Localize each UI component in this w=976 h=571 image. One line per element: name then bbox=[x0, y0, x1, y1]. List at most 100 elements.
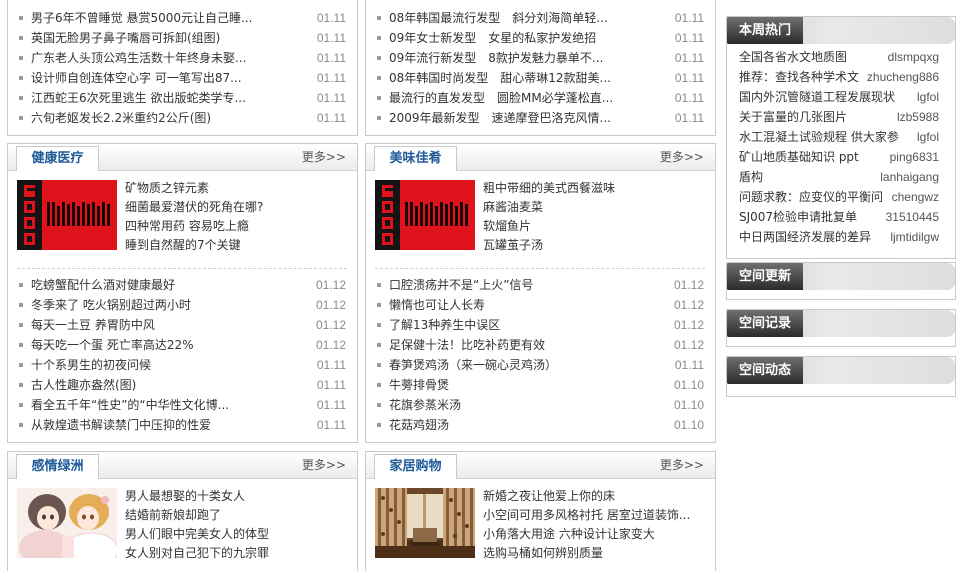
hot-item-user[interactable]: 31510445 bbox=[886, 207, 939, 227]
hot-item-user[interactable]: lanhaigang bbox=[880, 167, 939, 187]
article-link[interactable]: 牛蒡排骨煲 bbox=[389, 375, 449, 395]
feature-link[interactable]: 男人们眼中完美女人的体型 bbox=[125, 525, 269, 544]
more-link[interactable]: 更多>> bbox=[660, 452, 704, 479]
article-link[interactable]: 每天一土豆 养胃防中风 bbox=[31, 315, 155, 335]
article-date: 01.11 bbox=[316, 111, 346, 125]
hot-item-link[interactable]: 盾构 bbox=[739, 167, 763, 187]
hot-item-link[interactable]: SJ007检验申请批复单 bbox=[739, 207, 857, 227]
thumbnail-image[interactable] bbox=[17, 488, 117, 558]
article-link[interactable]: 冬季来了 吃火锅别超过两小时 bbox=[31, 295, 191, 315]
hot-item-link[interactable]: 关于富量的几张图片 bbox=[739, 107, 847, 127]
bullet-icon bbox=[377, 96, 381, 100]
more-link[interactable]: 更多>> bbox=[660, 144, 704, 171]
article-link[interactable]: 十个系男生的初夜问候 bbox=[31, 355, 151, 375]
hot-item-user[interactable]: dlsmpqxg bbox=[888, 47, 939, 67]
thumbnail-image[interactable] bbox=[375, 488, 475, 558]
article-link[interactable]: 每天吃一个蛋 死亡率高达22% bbox=[31, 335, 194, 355]
article-link[interactable]: 六旬老妪发长2.2米重约2公斤(图) bbox=[31, 108, 211, 128]
article-link[interactable]: 09年流行新发型 8款护发魅力暴单不... bbox=[389, 48, 603, 68]
hot-item-user[interactable]: lzb5988 bbox=[897, 107, 939, 127]
section-tab-emotion[interactable]: 感情绿洲 bbox=[16, 454, 99, 479]
article-link[interactable]: 了解13种养生中误区 bbox=[389, 315, 500, 335]
more-link[interactable]: 更多>> bbox=[302, 144, 346, 171]
feature-link[interactable]: 女人别对自己犯下的九宗罪 bbox=[125, 544, 269, 563]
hot-item-user[interactable]: ljmtidilgw bbox=[890, 227, 939, 247]
hot-item-user[interactable]: ping6831 bbox=[890, 147, 939, 167]
feature-link[interactable]: 选购马桶如何辨别质量 bbox=[483, 544, 690, 563]
article-link[interactable]: 08年韩国时尚发型 甜心蒂琳12款甜美... bbox=[389, 68, 611, 88]
thumbnail-image[interactable] bbox=[17, 180, 117, 250]
article-date: 01.11 bbox=[316, 358, 346, 372]
bullet-icon bbox=[377, 303, 381, 307]
feature-link[interactable]: 矿物质之锌元素 bbox=[125, 179, 263, 198]
feature-link[interactable]: 小空间可用多风格衬托 居室过道装饰... bbox=[483, 506, 690, 525]
sidebar-panel-space-activity: 空间动态 bbox=[726, 356, 956, 397]
feature-link[interactable]: 结婚前新娘却跑了 bbox=[125, 506, 269, 525]
article-link[interactable]: 春笋煲鸡汤（来一碗心灵鸡汤） bbox=[389, 355, 557, 375]
more-link[interactable]: 更多>> bbox=[302, 452, 346, 479]
section-health: 健康医疗 更多>> 矿物质之锌元素 细菌最爱潜伏的死角在哪? 四种常用药 容易吃… bbox=[7, 143, 358, 443]
section-tab-food[interactable]: 美味佳肴 bbox=[374, 146, 457, 171]
article-link[interactable]: 最流行的直发发型 圆脸MM必学蓬松直... bbox=[389, 88, 613, 108]
feature-link[interactable]: 小角落大用途 六种设计让家变大 bbox=[483, 525, 690, 544]
feature-link[interactable]: 男人最想娶的十类女人 bbox=[125, 487, 269, 506]
article-link[interactable]: 吃螃蟹配什么酒对健康最好 bbox=[31, 275, 175, 295]
article-link[interactable]: 从敦煌遗书解读禁门中压抑的性爱 bbox=[31, 415, 211, 435]
feature-link[interactable]: 粗中带细的美式西餐滋味 bbox=[483, 179, 615, 198]
feature-link[interactable]: 新婚之夜让他爱上你的床 bbox=[483, 487, 690, 506]
article-link[interactable]: 懒惰也可让人长寿 bbox=[389, 295, 485, 315]
feature-link[interactable]: 麻酱油麦菜 bbox=[483, 198, 615, 217]
list-item: 口腔溃疡并不是“上火”信号 01.12 bbox=[366, 275, 715, 295]
hot-item-user[interactable]: lgfol bbox=[917, 87, 939, 107]
hot-item-user[interactable]: zhucheng886 bbox=[867, 67, 939, 87]
hot-item-link[interactable]: 问题求教：应变仪的平衡问 bbox=[739, 187, 883, 207]
hot-item-link[interactable]: 矿山地质基础知识 ppt bbox=[739, 147, 859, 167]
news-list: 吃螃蟹配什么酒对健康最好 01.12 冬季来了 吃火锅别超过两小时 01.12 每天… bbox=[8, 275, 357, 435]
bullet-icon bbox=[19, 116, 23, 120]
article-date: 01.12 bbox=[315, 298, 346, 312]
hot-item-user[interactable]: lgfol bbox=[917, 127, 939, 147]
bullet-icon bbox=[19, 403, 23, 407]
article-link[interactable]: 看全五千年“性史”的“中华性文化博... bbox=[31, 395, 229, 415]
article-link[interactable]: 设计师自创连体空心字 可一笔写出87... bbox=[31, 68, 242, 88]
hot-item-link[interactable]: 中日两国经济发展的差异 bbox=[739, 227, 871, 247]
list-item: 每天一土豆 养胃防中风 01.12 bbox=[8, 315, 357, 335]
article-link[interactable]: 09年女士新发型 女星的私家护发绝招 bbox=[389, 28, 596, 48]
article-link[interactable]: 男子6年不曾睡觉 悬赏5000元让自己睡... bbox=[31, 8, 252, 28]
sidebar-panel-space-records: 空间记录 bbox=[726, 309, 956, 347]
sidebar-header: 空间更新 bbox=[727, 263, 955, 290]
article-link[interactable]: 古人性趣亦盎然(图) bbox=[31, 375, 136, 395]
feature-link[interactable]: 四种常用药 容易吃上瘾 bbox=[125, 217, 263, 236]
thumbnail-image[interactable] bbox=[375, 180, 475, 250]
hot-item-user[interactable]: chengwz bbox=[892, 187, 939, 207]
list-item: 古人性趣亦盎然(图) 01.11 bbox=[8, 375, 357, 395]
feature-list: 新婚之夜让他爱上你的床 小空间可用多风格衬托 居室过道装饰... 小角落大用途 … bbox=[483, 487, 690, 563]
hot-item-link[interactable]: 水工混凝土试验规程 供大家参 bbox=[739, 127, 899, 147]
section-tab-home[interactable]: 家居购物 bbox=[374, 454, 457, 479]
feature-list: 粗中带细的美式西餐滋味 麻酱油麦菜 软熘鱼片 瓦罐茧子汤 bbox=[483, 179, 615, 255]
article-date: 01.11 bbox=[316, 398, 346, 412]
article-link[interactable]: 08年韩国最流行发型 斜分刘海简单轻... bbox=[389, 8, 608, 28]
hot-item: 关于富量的几张图片 lzb5988 bbox=[727, 107, 955, 127]
section-emotion: 感情绿洲 更多>> 男人最想娶的十类女人 结婚前新娘却跑了 男人们眼中完美女人的… bbox=[7, 451, 358, 571]
feature-list: 男人最想娶的十类女人 结婚前新娘却跑了 男人们眼中完美女人的体型 女人别对自己犯… bbox=[125, 487, 269, 563]
list-item: 看全五千年“性史”的“中华性文化博... 01.11 bbox=[8, 395, 357, 415]
sidebar-title: 空间更新 bbox=[727, 263, 803, 290]
article-link[interactable]: 2009年最新发型 速递摩登巴洛克风情... bbox=[389, 108, 611, 128]
article-link[interactable]: 英国无脸男子鼻子嘴唇可拆卸(组图) bbox=[31, 28, 220, 48]
feature-link[interactable]: 瓦罐茧子汤 bbox=[483, 236, 615, 255]
article-link[interactable]: 口腔溃疡并不是“上火”信号 bbox=[389, 275, 533, 295]
article-link[interactable]: 花旗参蒸米汤 bbox=[389, 395, 461, 415]
hot-item-link[interactable]: 全国各省水文地质图 bbox=[739, 47, 847, 67]
hot-item-link[interactable]: 推荐：查找各种学术文 bbox=[739, 67, 859, 87]
article-date: 01.12 bbox=[315, 278, 346, 292]
article-link[interactable]: 花菇鸡翅汤 bbox=[389, 415, 449, 435]
feature-link[interactable]: 睡到自然醒的7个关键 bbox=[125, 236, 263, 255]
feature-link[interactable]: 细菌最爱潜伏的死角在哪? bbox=[125, 198, 263, 217]
section-tab-health[interactable]: 健康医疗 bbox=[16, 146, 99, 171]
article-link[interactable]: 广东老人头顶公鸡生活数十年终身未娶... bbox=[31, 48, 246, 68]
article-link[interactable]: 足保健十法！比吃补药更有效 bbox=[389, 335, 545, 355]
article-link[interactable]: 江西蛇王6次死里逃生 欲出版蛇类学专... bbox=[31, 88, 246, 108]
hot-item-link[interactable]: 国内外沉管隧道工程发展现状 bbox=[739, 87, 895, 107]
feature-link[interactable]: 软熘鱼片 bbox=[483, 217, 615, 236]
